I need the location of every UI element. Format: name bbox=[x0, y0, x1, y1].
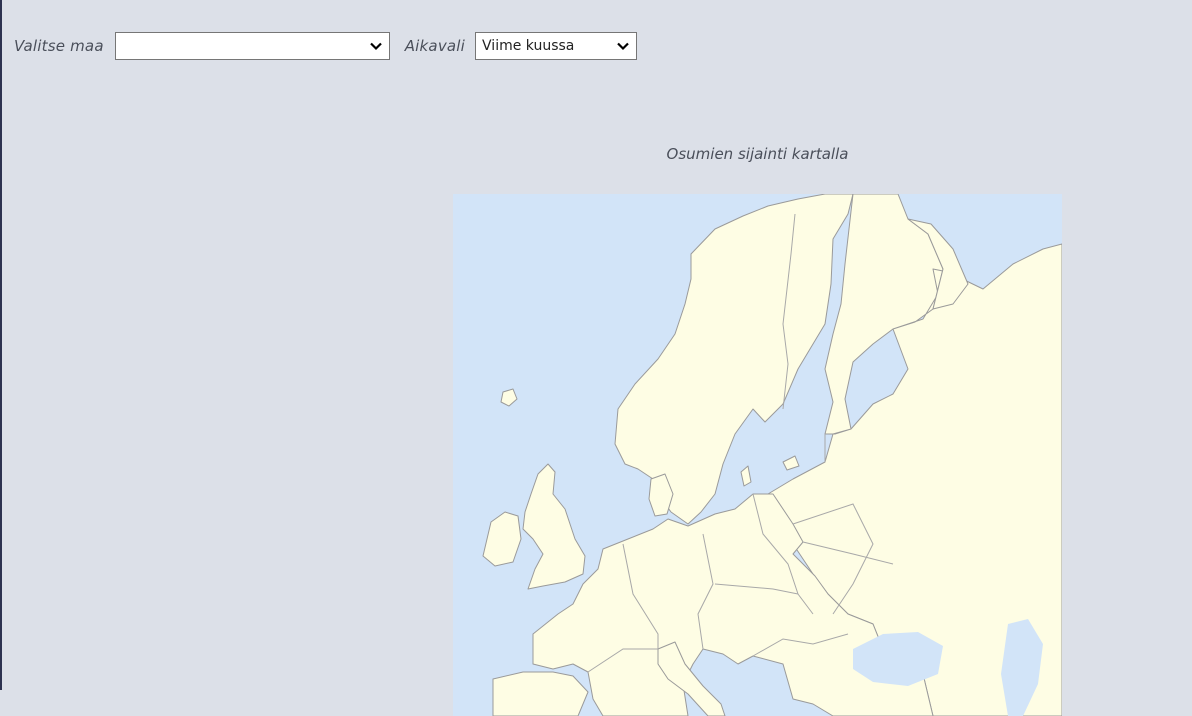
left-border bbox=[0, 0, 2, 690]
country-label: Valitse maa bbox=[14, 37, 104, 55]
filter-bar: Valitse maa Aikavali Viime kuussa bbox=[14, 31, 638, 61]
europe-map[interactable] bbox=[453, 194, 1062, 716]
period-select-value: Viime kuussa bbox=[482, 38, 575, 54]
map-svg bbox=[453, 194, 1062, 716]
chevron-down-icon bbox=[369, 42, 382, 51]
country-select[interactable] bbox=[114, 32, 390, 60]
map-title: Osumien sijainti kartalla bbox=[666, 145, 849, 163]
period-select[interactable]: Viime kuussa bbox=[475, 32, 638, 60]
period-label: Aikavali bbox=[404, 37, 466, 55]
chevron-down-icon bbox=[617, 42, 629, 51]
iberia-shape bbox=[492, 671, 589, 716]
